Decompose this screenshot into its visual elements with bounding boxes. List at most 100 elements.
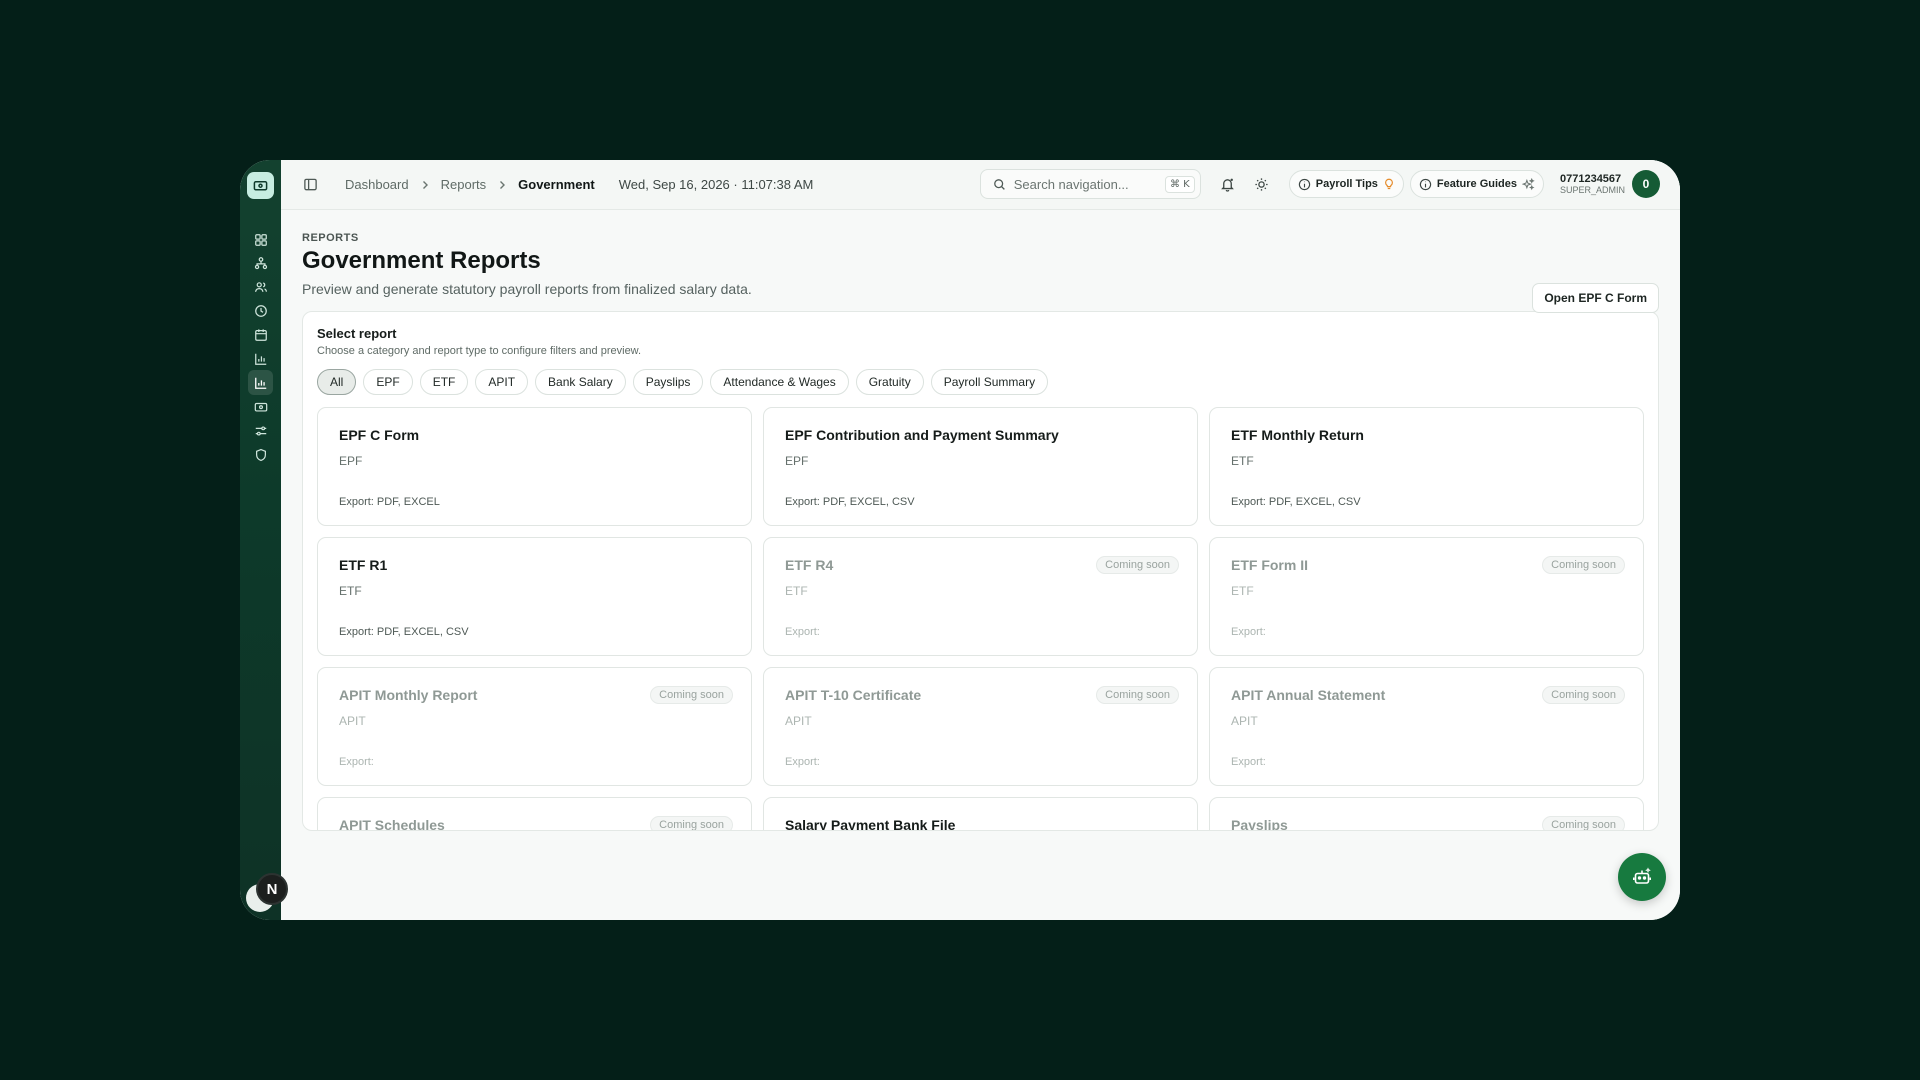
report-card-epf-contribution-and-payment-summary[interactable]: EPF Contribution and Payment Summary EPF E… (763, 407, 1198, 526)
nav-security[interactable] (248, 442, 273, 467)
topbar-actions: Search navigation... ⌘ K Payroll Tips Fe… (979, 169, 1660, 199)
breadcrumb-dashboard[interactable]: Dashboard (345, 177, 409, 192)
page-content: REPORTS Government Reports Preview and g… (281, 210, 1680, 831)
filter-chip-bank-salary[interactable]: Bank Salary (535, 369, 626, 395)
report-card-export-formats: Export: PDF, EXCEL, CSV (785, 496, 915, 508)
user-menu[interactable]: 0771234567 SUPER_ADMIN 0 (1560, 170, 1660, 198)
report-card-etf-monthly-return[interactable]: ETF Monthly Return ETF Export: PDF, EXCEL,… (1209, 407, 1644, 526)
filter-chip-attendance-and-wages[interactable]: Attendance & Wages (710, 369, 849, 395)
calendar-icon (254, 328, 267, 341)
reports-chart-icon (254, 377, 266, 389)
report-card-category: ETF (1231, 454, 1254, 468)
filter-chip-epf[interactable]: EPF (363, 369, 413, 395)
report-card-etf-form-ii: ETF Form II ETF Export: Coming soon (1209, 537, 1644, 656)
search-input[interactable]: Search navigation... ⌘ K (979, 169, 1201, 199)
notifications-button[interactable] (1215, 171, 1241, 197)
bell-icon (1221, 178, 1235, 192)
wallet-icon (253, 181, 268, 191)
search-placeholder: Search navigation... (1013, 176, 1129, 192)
filter-chip-apit[interactable]: APIT (475, 369, 529, 395)
report-card-category: ETF (339, 584, 362, 598)
report-card-export-formats: Export: (1231, 756, 1266, 768)
report-card-category: ETF (785, 584, 808, 598)
nav-analytics[interactable] (248, 346, 273, 371)
feature-guides-label: Feature Guides (1436, 178, 1517, 190)
report-cards-grid: EPF C Form EPF Export: PDF, EXCEL EPF Contr… (317, 407, 1644, 831)
icon-sidebar (240, 160, 281, 920)
search-shortcut: ⌘ K (1165, 175, 1195, 193)
sidebar-toggle-icon (304, 178, 317, 190)
user-role: SUPER_ADMIN (1559, 185, 1625, 195)
report-card-epf-c-form[interactable]: EPF C Form EPF Export: PDF, EXCEL (317, 407, 752, 526)
sparkles-icon (1521, 177, 1535, 190)
report-card-apit-schedules: APIT SchedulesAPITExport:Coming soon (317, 797, 752, 830)
report-card-etf-r4: ETF R4 ETF Export: Coming soon (763, 537, 1198, 656)
nav-organization[interactable] (248, 250, 273, 275)
app-window: N Dashboard Reports Government Wed, Sep … (240, 160, 1680, 920)
sun-icon (1255, 177, 1268, 191)
page-title: Government Reports (302, 247, 541, 274)
n-badge[interactable]: N (256, 873, 288, 905)
page-eyebrow: REPORTS (302, 232, 359, 244)
chevron-right-icon (497, 180, 507, 190)
settings-sliders-icon (255, 425, 266, 436)
open-epf-c-form-button[interactable]: Open EPF C Form (1532, 283, 1659, 313)
report-card-apit-monthly-report: APIT Monthly Report APIT Export: Coming soo… (317, 667, 752, 786)
breadcrumb-government: Government (518, 177, 595, 192)
report-card-salary-payment-bank-file[interactable]: Salary Payment Bank FileBANK SALARYExpor… (763, 797, 1198, 831)
coming-soon-badge: Coming soon (1542, 556, 1625, 574)
coming-soon-badge: Coming soon (650, 686, 733, 704)
report-card-category: ETF (1231, 584, 1254, 598)
report-card-category: APIT (339, 714, 366, 728)
feature-guides-button[interactable]: Feature Guides (1409, 170, 1544, 198)
report-card-apit-t-10-certificate: APIT T-10 Certificate APIT Export: Coming s… (763, 667, 1198, 786)
report-card-category: EPF (785, 454, 809, 468)
report-card-export-formats: Export: PDF, EXCEL, CSV (339, 626, 469, 638)
coming-soon-badge: Coming soon (650, 816, 733, 830)
nav-leave[interactable] (248, 322, 273, 347)
filter-chip-etf[interactable]: ETF (419, 369, 469, 395)
report-card-category: EPF (339, 454, 363, 468)
breadcrumb-reports[interactable]: Reports (441, 177, 487, 192)
category-filter-chips: All EPF ETF APIT Bank Salary Payslips Attendan… (317, 369, 1644, 395)
sidebar-toggle-button[interactable] (303, 177, 319, 193)
coming-soon-badge: Coming soon (1096, 686, 1179, 704)
nav-dashboard[interactable] (248, 227, 273, 252)
report-card-category: APIT (785, 714, 812, 728)
assistant-button[interactable] (1618, 853, 1666, 901)
nav-reports[interactable] (248, 370, 273, 395)
nav-employees[interactable] (248, 274, 273, 299)
nav-settings[interactable] (248, 418, 273, 443)
report-card-title: EPF C Form (339, 427, 420, 443)
report-card-export-formats: Export: PDF, EXCEL, CSV (1231, 496, 1361, 508)
report-card-export-formats: Export: (785, 626, 820, 638)
user-meta: 0771234567 SUPER_ADMIN (1560, 173, 1625, 195)
nav-attendance[interactable] (248, 298, 273, 323)
nav-payroll[interactable] (248, 394, 273, 419)
shield-icon (255, 448, 266, 461)
app-logo[interactable] (247, 172, 274, 199)
report-card-title: EPF Contribution and Payment Summary (785, 427, 1059, 443)
robot-icon (1633, 867, 1651, 884)
filter-chip-payroll-summary[interactable]: Payroll Summary (930, 369, 1049, 395)
info-icon (1419, 178, 1432, 190)
org-chart-icon (254, 256, 267, 269)
report-card-etf-r1[interactable]: ETF R1 ETF Export: PDF, EXCEL, CSV (317, 537, 752, 656)
theme-toggle-button[interactable] (1249, 171, 1275, 197)
dashboard-grid-icon (254, 233, 267, 246)
page-subtitle: Preview and generate statutory payroll r… (302, 281, 752, 297)
filter-chip-payslips[interactable]: Payslips (632, 369, 704, 395)
coming-soon-badge: Coming soon (1542, 686, 1625, 704)
coming-soon-badge: Coming soon (1096, 556, 1179, 574)
report-card-title: Salary Payment Bank File (785, 817, 956, 831)
report-card-title: ETF R1 (339, 557, 388, 573)
report-card-title: ETF Monthly Return (1231, 427, 1364, 443)
report-card-payslips: PayslipsPAYSLIPExport:Coming soon (1209, 797, 1644, 830)
filter-chip-gratuity[interactable]: Gratuity (855, 369, 924, 395)
clock-icon (254, 304, 267, 317)
filter-chip-all[interactable]: All (317, 369, 357, 395)
user-phone: 0771234567 (1559, 173, 1622, 185)
payroll-tips-button[interactable]: Payroll Tips (1288, 170, 1404, 198)
avatar[interactable]: 0 (1632, 170, 1660, 198)
payroll-tips-label: Payroll Tips (1315, 178, 1378, 190)
